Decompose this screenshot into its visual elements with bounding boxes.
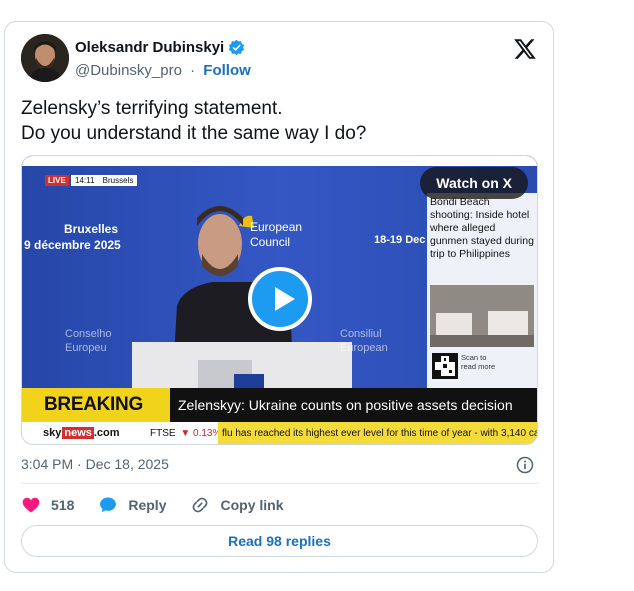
read-replies-button[interactable]: Read 98 replies (21, 525, 538, 557)
video-text-european-2: European (340, 342, 388, 354)
avatar[interactable] (21, 34, 69, 82)
qr-code-icon (432, 353, 458, 379)
scan-to-read-text: Scan to read more (461, 353, 496, 371)
video-text-date: 9 décembre 2025 (24, 238, 121, 252)
news-ticker: sky news .com FTSE ▼ 0.13% flu has reached… (22, 422, 537, 444)
tweet-line-2: Do you understand it the same way I do? (21, 123, 367, 144)
video-text-european: European (250, 220, 303, 234)
breaking-news-bar: BREAKING NEWS Zelenskyy: Ukraine counts … (22, 388, 537, 444)
sky-logo-part-3: .com (93, 427, 120, 439)
divider (21, 483, 539, 484)
follow-button[interactable]: Follow (203, 62, 251, 79)
separator-dot: · (190, 62, 196, 79)
action-bar: 518 Reply Copy link (21, 493, 308, 517)
author-name[interactable]: Oleksandr Dubinskyi (75, 39, 224, 56)
copy-link-button[interactable]: Copy link (190, 495, 284, 515)
heart-icon (22, 497, 40, 513)
verified-badge-icon (229, 39, 245, 56)
breaking-news-headline: Zelenskyy: Ukraine counts on positive as… (178, 397, 513, 413)
video-text-conselho: Conselho (65, 328, 112, 340)
ftse-indicator: FTSE ▼ 0.13% (150, 428, 221, 439)
avatar-image (21, 34, 69, 82)
link-icon (193, 497, 208, 513)
author-handle[interactable]: @Dubinsky_pro (75, 62, 182, 79)
live-time: 14:11 (75, 176, 95, 185)
like-button[interactable]: 518 (21, 495, 74, 515)
play-button-icon[interactable] (248, 267, 312, 331)
video-text-bruxelles: Bruxelles (64, 222, 119, 236)
video-text-date-right: 18-19 Dec (374, 234, 426, 246)
author-handle-row: @Dubinsky_pro · Follow (75, 62, 251, 79)
ftse-label: FTSE (150, 428, 176, 439)
copy-link-label: Copy link (220, 497, 284, 513)
side-headline: Bondi Beach shooting: Inside hotel where… (430, 196, 534, 260)
tweet-text: Zelensky’s terrifying statement. Do you … (21, 96, 366, 146)
reply-button[interactable]: Reply (98, 495, 166, 515)
reply-bubble-icon (100, 497, 117, 513)
ticker-text: flu has reached its highest ever level f… (218, 422, 537, 444)
tweet-timestamp[interactable]: 3:04 PM · Dec 18, 2025 (21, 456, 169, 472)
watch-on-x-button[interactable]: Watch on X (420, 167, 528, 199)
sky-news-logo: sky news .com (43, 427, 120, 439)
tweet-card: Oleksandr Dubinskyi @Dubinsky_pro · Foll… (4, 21, 554, 573)
tweet-line-1: Zelensky’s terrifying statement. (21, 98, 283, 119)
info-icon[interactable] (515, 455, 535, 475)
live-location: Brussels (102, 176, 134, 185)
live-badge: LIVE (45, 175, 69, 186)
sky-logo-part-1: sky (43, 427, 62, 439)
ftse-value: ▼ 0.13% (180, 428, 222, 439)
breaking-news-label: BREAKING NEWS (22, 388, 170, 444)
video-text-europeu: Europeu (65, 342, 107, 354)
side-news-image (430, 285, 534, 347)
video-text-council: Council (250, 235, 291, 249)
author-name-row: Oleksandr Dubinskyi (75, 39, 245, 56)
reply-label: Reply (128, 497, 167, 513)
x-logo-icon[interactable] (513, 37, 537, 61)
like-count: 518 (51, 497, 75, 513)
side-news-panel: Bondi Beach shooting: Inside hotel where… (427, 193, 537, 389)
live-timecode: 14:11 Brussels (71, 175, 138, 186)
video-text-consiliul: Consiliul (340, 328, 382, 340)
sky-logo-part-2: news (62, 427, 94, 439)
video-player[interactable]: LIVE 14:11 Brussels Bruxelles 9 décembre… (21, 155, 538, 445)
